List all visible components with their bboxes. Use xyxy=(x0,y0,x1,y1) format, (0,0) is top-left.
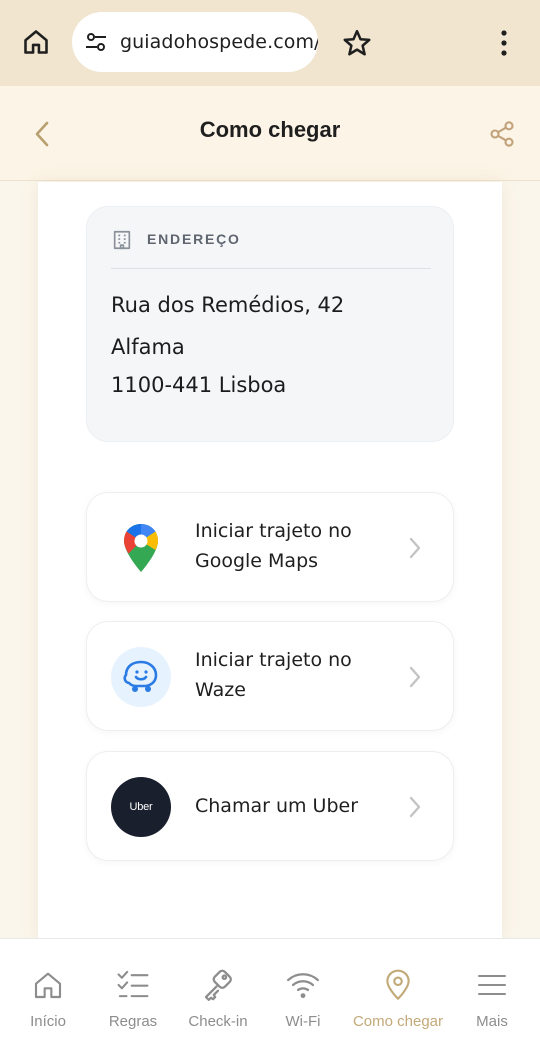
nav-label: Mais xyxy=(476,1013,508,1030)
nav-label: Wi-Fi xyxy=(285,1013,321,1030)
more-vert-icon[interactable] xyxy=(492,24,516,62)
nav-item-check-in[interactable]: Check-in xyxy=(174,939,262,1047)
chevron-right-icon xyxy=(405,663,425,691)
address-card: ENDEREÇO Rua dos Remédios, 42 Alfama 110… xyxy=(86,206,454,442)
waze-label-line2: Waze xyxy=(195,679,246,701)
menu-icon xyxy=(477,967,507,1003)
share-icon[interactable] xyxy=(484,116,520,152)
nav-label: Início xyxy=(30,1013,66,1030)
address-header: ENDEREÇO xyxy=(111,229,431,269)
address-district: Alfama xyxy=(111,335,185,359)
url-text: guiadohospede.com/p xyxy=(120,31,318,53)
wifi-icon xyxy=(286,967,320,1003)
google-maps-label-line1: Iniciar trajeto no xyxy=(195,520,352,542)
nav-label: Check-in xyxy=(188,1013,248,1030)
google-maps-button[interactable]: Iniciar trajeto no Google Maps xyxy=(86,492,454,602)
nav-item-wifi[interactable]: Wi-Fi xyxy=(259,939,347,1047)
building-icon xyxy=(111,229,135,253)
uber-logo-icon: Uber xyxy=(111,777,171,837)
app-header: Como chegar xyxy=(0,86,540,181)
chevron-right-icon xyxy=(405,534,425,562)
chevron-right-icon xyxy=(405,793,425,821)
nav-item-regras[interactable]: Regras xyxy=(89,939,177,1047)
browser-toolbar: guiadohospede.com/p xyxy=(0,0,540,86)
home-icon xyxy=(32,967,64,1003)
location-pin-icon xyxy=(383,967,413,1003)
address-label: ENDEREÇO xyxy=(147,231,241,247)
site-settings-icon[interactable] xyxy=(84,29,110,55)
address-street: Rua dos Remédios, 42 xyxy=(111,293,345,317)
nav-item-inicio[interactable]: Início xyxy=(4,939,92,1047)
uber-button[interactable]: Uber Chamar um Uber xyxy=(86,751,454,861)
nav-item-mais[interactable]: Mais xyxy=(450,939,534,1047)
checklist-icon xyxy=(116,967,150,1003)
home-icon[interactable] xyxy=(16,22,56,62)
google-maps-label-line2: Google Maps xyxy=(195,550,319,572)
key-icon xyxy=(201,967,235,1003)
waze-label-line1: Iniciar trajeto no xyxy=(195,649,352,671)
address-bar[interactable]: guiadohospede.com/p xyxy=(72,12,318,72)
page-title: Como chegar xyxy=(199,117,341,142)
uber-label: Chamar um Uber xyxy=(195,795,359,817)
waze-button[interactable]: Iniciar trajeto no Waze xyxy=(86,621,454,731)
nav-label: Como chegar xyxy=(352,1013,444,1030)
nav-item-como-chegar[interactable]: Como chegar xyxy=(344,939,452,1047)
nav-label: Regras xyxy=(108,1013,158,1030)
google-maps-pin-icon xyxy=(111,518,171,578)
address-postal-city: 1100-441 Lisboa xyxy=(111,373,287,397)
star-icon[interactable] xyxy=(338,24,376,62)
uber-logo-text: Uber xyxy=(129,801,153,813)
waze-icon xyxy=(111,647,171,707)
bottom-nav: Início Regras Check-in Wi-Fi Como chegar… xyxy=(0,938,540,1047)
